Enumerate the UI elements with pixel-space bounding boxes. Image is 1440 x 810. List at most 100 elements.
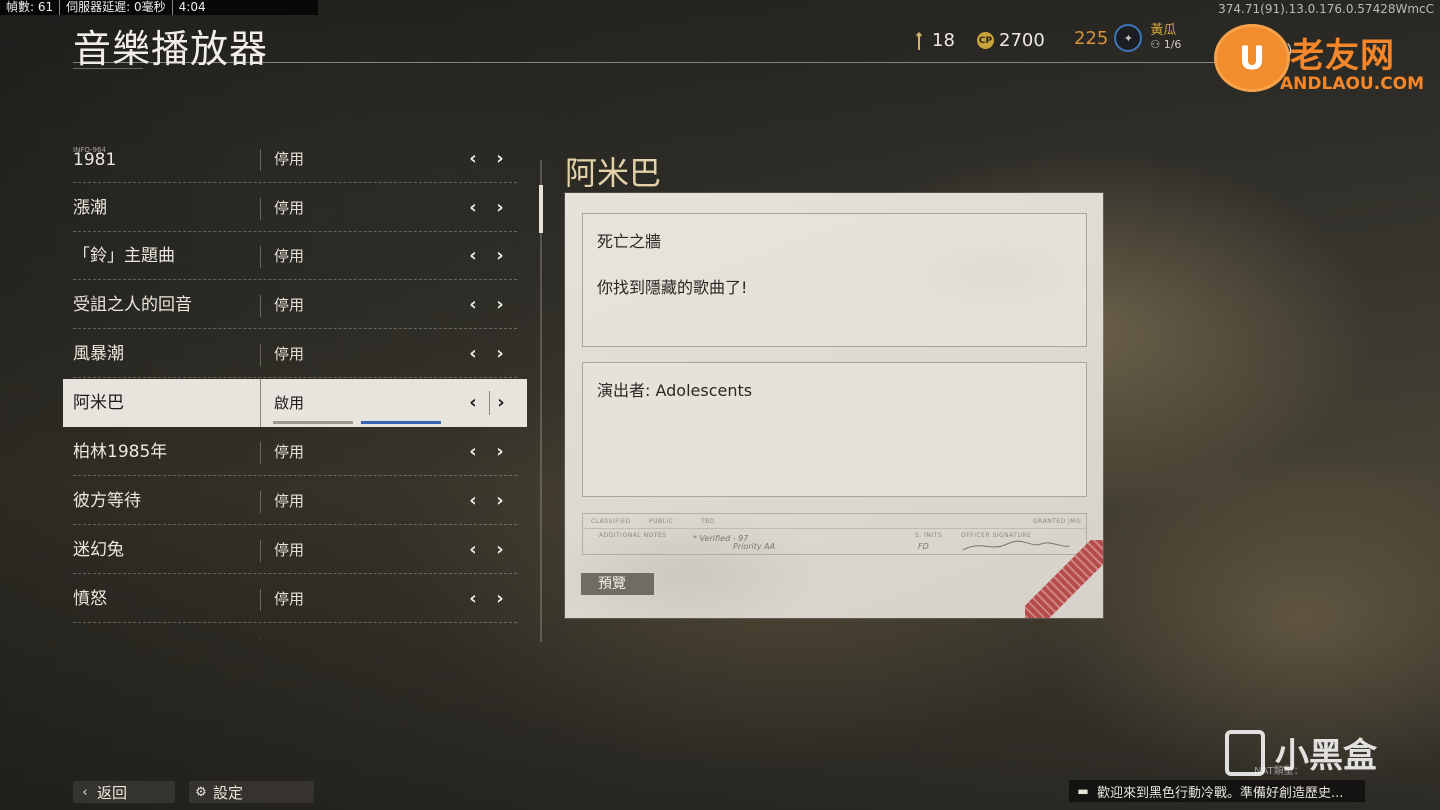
prev-arrow-icon[interactable]: ‹ xyxy=(462,293,484,317)
song-status: 停用 xyxy=(274,541,305,559)
red-stripe-corner xyxy=(1025,540,1103,618)
form-field-public: PUBLIC xyxy=(649,518,674,525)
row-divider xyxy=(260,198,261,220)
row-divider xyxy=(260,491,261,513)
key-icon xyxy=(916,31,922,50)
list-item[interactable]: 受詛之人的回音 停用 ‹ › xyxy=(63,281,527,329)
next-arrow-icon[interactable]: › xyxy=(489,587,511,611)
next-arrow-icon[interactable]: › xyxy=(489,391,512,415)
song-list: INFO-964 1981 停用 ‹ › 漲潮 停用 ‹ › 「鈴」主題曲 停用… xyxy=(63,135,527,640)
next-arrow-icon[interactable]: › xyxy=(489,342,511,366)
song-status: 停用 xyxy=(274,150,305,168)
prev-arrow-icon[interactable]: ‹ xyxy=(462,440,484,464)
form-rule xyxy=(583,528,1086,529)
debug-bar: 幀數: 61 伺服器延遲: 0毫秒 4:04 xyxy=(0,0,318,15)
row-divider xyxy=(260,540,261,562)
row-divider xyxy=(260,149,261,171)
form-field-granted: GRANTED JMG xyxy=(1033,518,1082,525)
party-count: 1/6 xyxy=(1163,38,1182,51)
party-size: ⚇ 1/6 xyxy=(1150,38,1182,51)
prev-arrow-icon[interactable]: ‹ xyxy=(462,587,484,611)
row-divider xyxy=(260,379,261,427)
next-arrow-icon[interactable]: › xyxy=(489,538,511,562)
row-divider xyxy=(260,295,261,317)
next-arrow-icon[interactable]: › xyxy=(489,244,511,268)
watermark-en: ANDLAOU.COM xyxy=(1280,74,1425,94)
song-status: 停用 xyxy=(274,199,305,217)
row-divider xyxy=(260,246,261,268)
prev-arrow-icon[interactable]: ‹ xyxy=(462,538,484,562)
watermark-cn: 老友网 xyxy=(1290,36,1395,76)
next-arrow-icon[interactable]: › xyxy=(489,293,511,317)
form-field-classified: CLASSIFIED xyxy=(591,518,631,525)
song-status: 啟用 xyxy=(274,394,305,412)
list-item[interactable]: 「鈴」主題曲 停用 ‹ › xyxy=(63,232,527,280)
back-button[interactable]: ‹ 返回 xyxy=(73,781,175,803)
form-field-inits: S. INITS xyxy=(915,532,943,539)
list-item[interactable]: 風暴潮 停用 ‹ › xyxy=(63,330,527,378)
song-name: 彼方等待 xyxy=(73,491,141,511)
settings-button[interactable]: ⚙ 設定 xyxy=(189,781,314,803)
list-item[interactable]: INFO-964 1981 停用 ‹ › xyxy=(63,135,527,183)
row-separator xyxy=(73,524,517,525)
song-status: 停用 xyxy=(274,247,305,265)
nat-type-label: NAT類型： xyxy=(1254,766,1304,777)
title-divider xyxy=(73,62,1243,69)
song-subtitle: 死亡之牆 xyxy=(597,232,662,251)
prev-arrow-icon[interactable]: ‹ xyxy=(462,196,484,220)
song-status: 停用 xyxy=(274,345,305,363)
song-status: 停用 xyxy=(274,296,305,314)
fps-readout: 幀數: 61 xyxy=(6,0,54,14)
song-description-box: 死亡之牆 你找到隱藏的歌曲了! xyxy=(582,213,1087,347)
song-name: 受詛之人的回音 xyxy=(73,295,192,315)
prev-arrow-icon[interactable]: ‹ xyxy=(462,391,484,415)
keys-value: 18 xyxy=(932,30,955,51)
list-item-selected[interactable]: 阿米巴 啟用 ‹ › xyxy=(63,379,527,427)
song-status: 停用 xyxy=(274,590,305,608)
chat-bubble-icon: ▬ xyxy=(1077,784,1089,798)
list-item-partial[interactable] xyxy=(63,624,527,640)
next-arrow-icon[interactable]: › xyxy=(489,147,511,171)
row-divider xyxy=(260,589,261,611)
list-item[interactable]: 柏林1985年 停用 ‹ › xyxy=(63,428,527,476)
player-card[interactable]: 225 ✦ 黃瓜 ⚇ 1/6 xyxy=(1074,24,1181,52)
next-arrow-icon[interactable]: › xyxy=(489,489,511,513)
row-separator xyxy=(73,279,517,280)
news-ticker[interactable]: ▬ 歡迎來到黑色行動冷戰。準備好創造歷史... xyxy=(1069,780,1365,802)
list-scrollbar-thumb[interactable] xyxy=(539,185,543,233)
chevron-left-icon: ‹ xyxy=(82,784,88,800)
preview-button[interactable]: 預覽 xyxy=(581,573,654,595)
prev-arrow-icon[interactable]: ‹ xyxy=(462,342,484,366)
row-separator xyxy=(73,328,517,329)
list-item[interactable]: 憤怒 停用 ‹ › xyxy=(63,575,527,623)
list-item[interactable]: 漲潮 停用 ‹ › xyxy=(63,184,527,232)
row-divider xyxy=(260,638,261,640)
row-separator xyxy=(73,182,517,183)
form-field-tbd: TBD xyxy=(701,518,715,525)
row-separator xyxy=(73,377,517,378)
prev-arrow-icon[interactable]: ‹ xyxy=(462,147,484,171)
keys-counter: 18 xyxy=(914,30,955,51)
cp-coin-icon: CP xyxy=(977,32,994,49)
song-status: 停用 xyxy=(274,443,305,461)
rank-emblem-icon: ✦ xyxy=(1114,24,1143,52)
list-item[interactable]: 彼方等待 停用 ‹ › xyxy=(63,477,527,525)
row-separator xyxy=(73,475,517,476)
build-id: 374.71(91).13.0.176.0.57428WmcC xyxy=(1218,2,1434,16)
prev-arrow-icon[interactable]: ‹ xyxy=(462,244,484,268)
song-description: 你找到隱藏的歌曲了! xyxy=(597,278,748,297)
next-arrow-icon[interactable]: › xyxy=(489,440,511,464)
song-name: 憤怒 xyxy=(73,589,107,609)
player-name: 黃瓜 xyxy=(1150,23,1177,38)
prev-arrow-icon[interactable]: ‹ xyxy=(462,489,484,513)
clock-readout: 4:04 xyxy=(171,0,212,15)
latency-readout: 伺服器延遲: 0毫秒 xyxy=(59,0,172,15)
next-arrow-icon[interactable]: › xyxy=(489,196,511,220)
option-indicator-on xyxy=(361,421,441,424)
performer-label: 演出者: Adolescents xyxy=(597,381,753,400)
list-item[interactable]: 迷幻兔 停用 ‹ › xyxy=(63,526,527,574)
form-field-notes: ADDITIONAL NOTES xyxy=(599,532,667,539)
song-name: 迷幻兔 xyxy=(73,540,124,560)
song-status: 停用 xyxy=(274,492,305,510)
watermark-badge-icon: U xyxy=(1214,24,1290,92)
